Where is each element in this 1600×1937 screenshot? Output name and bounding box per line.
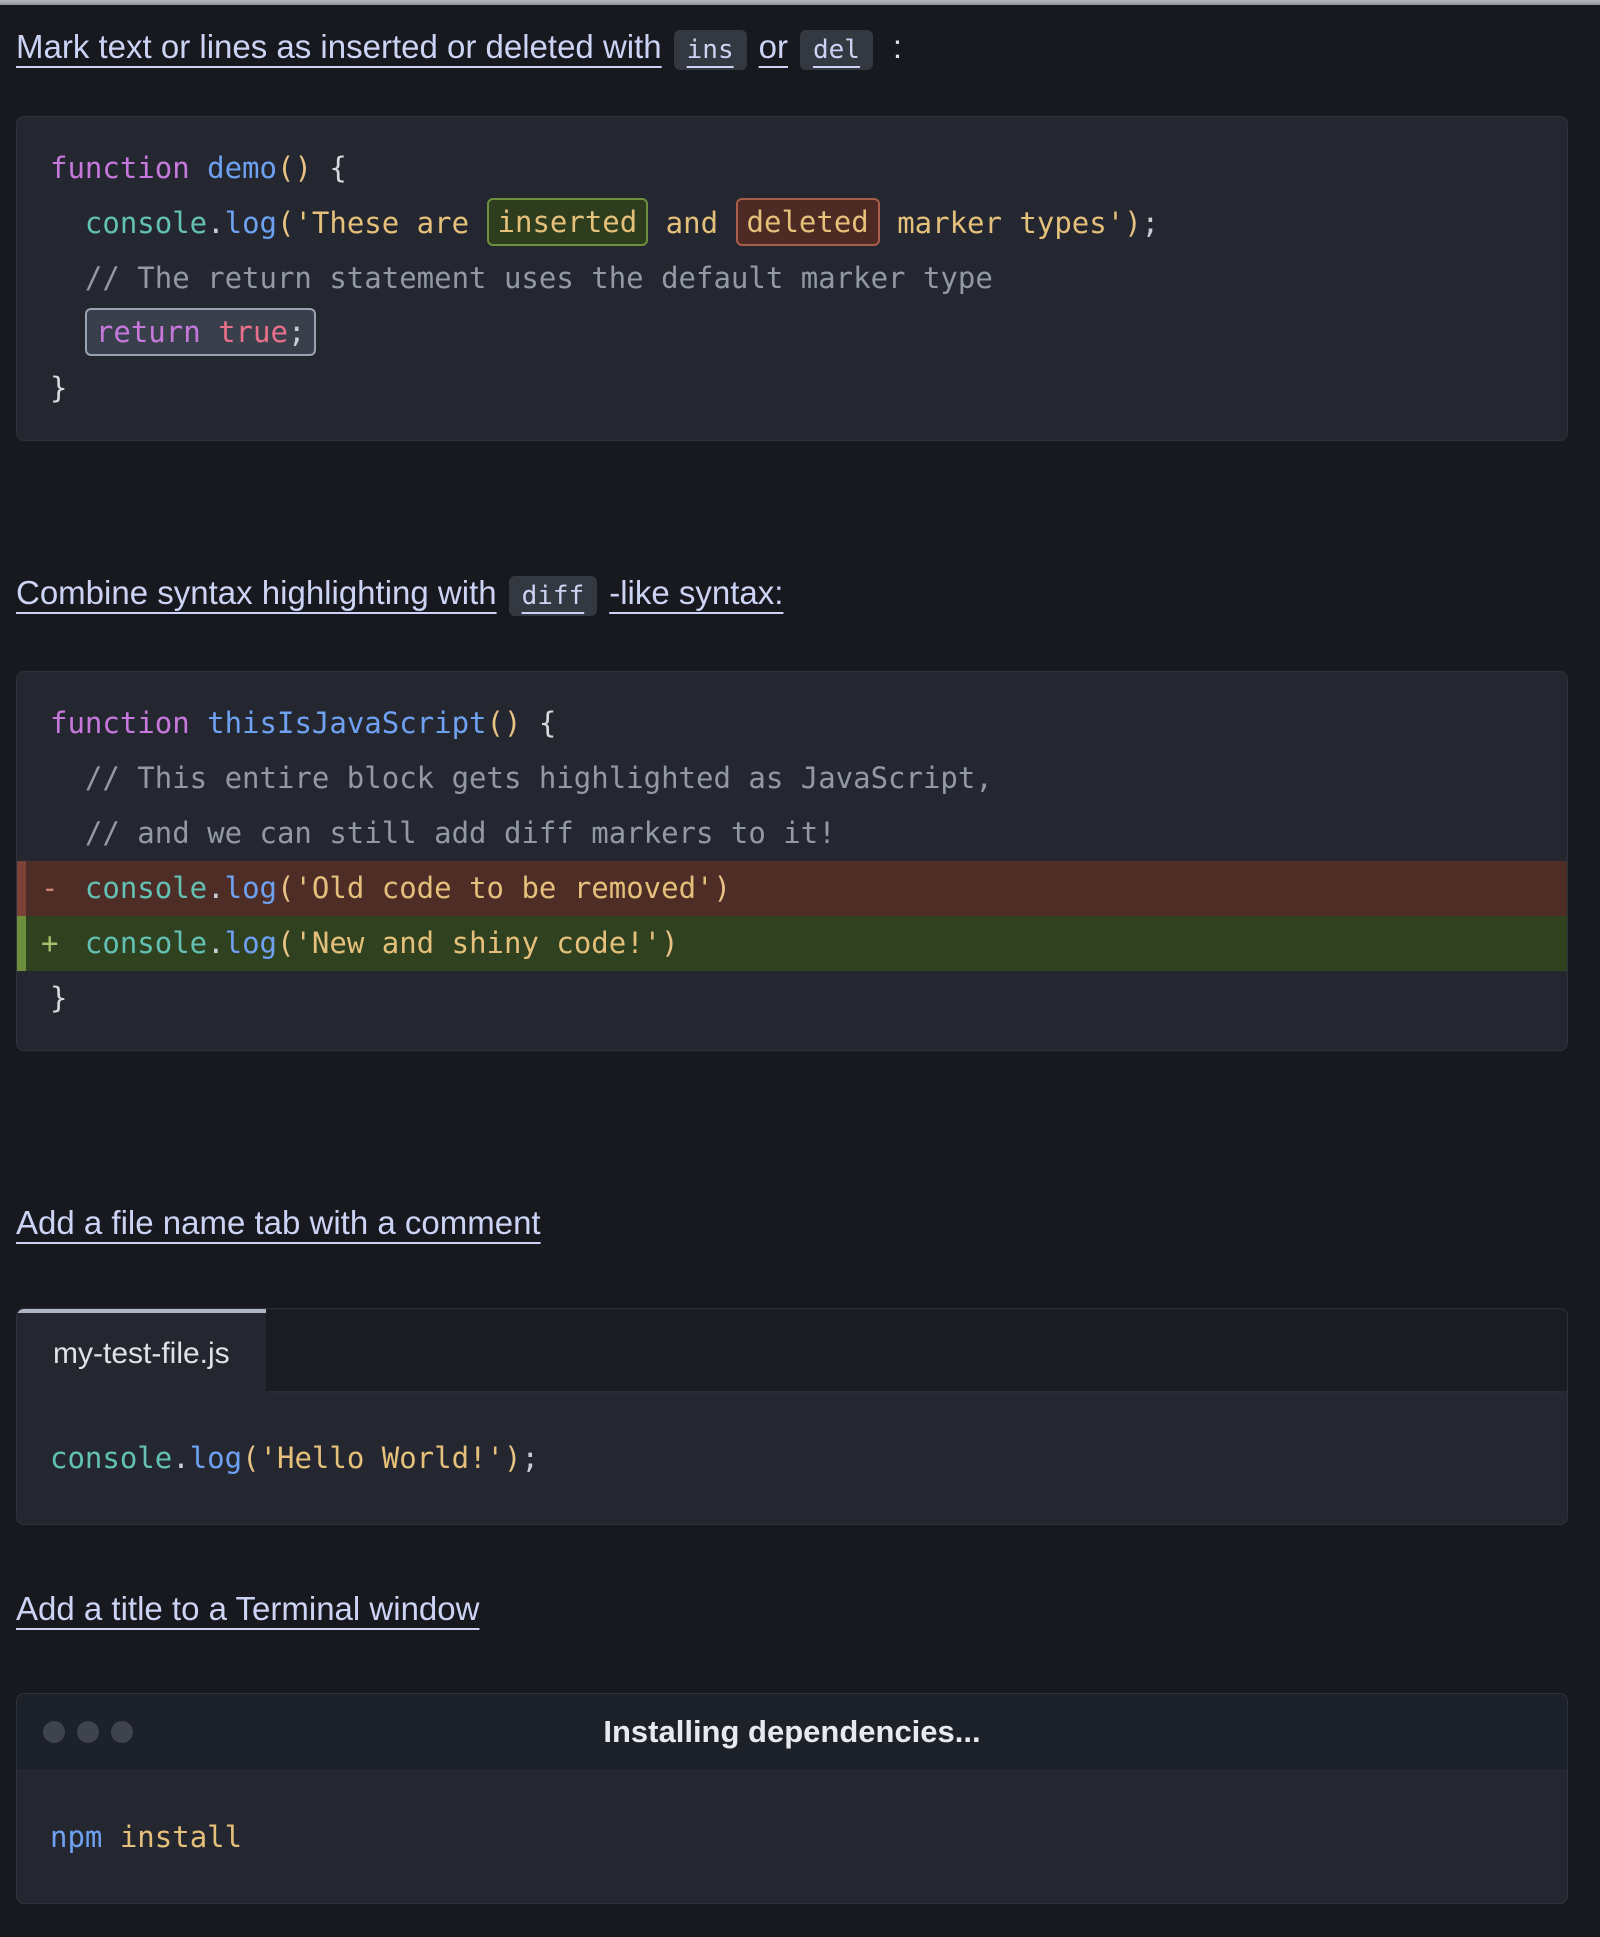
code-token: // The return statement uses the default…	[50, 261, 993, 295]
code-line: // and we can still add diff markers to …	[17, 806, 1567, 861]
terminal-title: Installing dependencies...	[603, 1714, 980, 1750]
code-token: function	[50, 706, 207, 740]
link-diff-syntax[interactable]: Combine syntax highlighting withdiff-lik…	[16, 574, 783, 611]
code-line: // The return statement uses the default…	[17, 251, 1567, 306]
code-line: return true;	[17, 306, 1567, 361]
code-token: ;	[288, 315, 305, 349]
code-block-file-tab: my-test-file.js console.log('Hello World…	[16, 1308, 1568, 1525]
code-line: - console.log('Old code to be removed')	[17, 861, 1567, 916]
code-token: {	[521, 706, 556, 740]
code-token: .	[207, 871, 224, 905]
tab-bar: my-test-file.js	[17, 1309, 1567, 1393]
diff-plus-marker: +	[41, 916, 58, 971]
code-token: )	[504, 1441, 521, 1475]
code-token: 'These are	[294, 206, 486, 240]
code-token	[50, 316, 85, 350]
inline-code-ins: ins	[674, 30, 747, 70]
code-token: log	[225, 926, 277, 960]
terminal-header: Installing dependencies...	[17, 1694, 1567, 1772]
code-token: .	[207, 926, 224, 960]
code-token: (	[277, 926, 294, 960]
code-token: )	[661, 926, 678, 960]
code-token: deleted	[747, 205, 869, 239]
code-token: // and we can still add diff markers to …	[50, 816, 836, 850]
code-line: npm install	[17, 1810, 1567, 1865]
code-line: function demo() {	[17, 141, 1567, 196]
code-token: console	[50, 926, 207, 960]
code-token: (	[277, 206, 294, 240]
code-token: return	[96, 315, 218, 349]
code-token: ;	[1142, 206, 1159, 240]
code-token: // This entire block gets highlighted as…	[50, 761, 993, 795]
section-lead-terminal: Add a title to a Terminal window	[16, 1587, 1584, 1632]
lead-colon: :	[893, 28, 902, 65]
code-line: function thisIsJavaScript() {	[17, 696, 1567, 751]
inline-code-del: del	[800, 30, 873, 70]
code-line: console.log('These are inserted and dele…	[17, 196, 1567, 251]
code-marker-box: return true;	[85, 308, 317, 356]
link-ins-del[interactable]: Mark text or lines as inserted or delete…	[16, 28, 885, 65]
section-lead-ins-del: Mark text or lines as inserted or delete…	[16, 25, 1584, 70]
code-token: demo	[207, 151, 277, 185]
code-token: }	[50, 981, 67, 1015]
code-token: npm	[50, 1820, 102, 1854]
code-token: log	[225, 871, 277, 905]
code-token: function	[50, 151, 207, 185]
code-token: thisIsJavaScript	[207, 706, 486, 740]
file-tab[interactable]: my-test-file.js	[17, 1309, 266, 1395]
code-token: 'Hello World!'	[260, 1441, 504, 1475]
code-token: log	[225, 206, 277, 240]
link-text-mid: or	[759, 28, 788, 65]
code-token: {	[312, 151, 347, 185]
code-line: console.log('Hello World!');	[17, 1431, 1567, 1486]
code-content: npm install	[17, 1772, 1567, 1903]
code-line: // This entire block gets highlighted as…	[17, 751, 1567, 806]
top-edge-strip	[0, 0, 1600, 5]
code-content: console.log('Hello World!');	[17, 1393, 1567, 1524]
inline-code-diff: diff	[509, 576, 598, 616]
window-dots-icon	[43, 1721, 133, 1743]
link-file-name-tab[interactable]: Add a file name tab with a comment	[16, 1204, 541, 1241]
code-token: and	[648, 206, 735, 240]
code-line: }	[17, 361, 1567, 416]
code-token: log	[190, 1441, 242, 1475]
code-token: 'Old code to be removed'	[294, 871, 713, 905]
code-token: .	[172, 1441, 189, 1475]
code-token: true	[218, 315, 288, 349]
link-text: Combine syntax highlighting with	[16, 574, 497, 611]
code-token: }	[50, 371, 67, 405]
code-line: }	[17, 971, 1567, 1026]
code-block-ins-del-demo: function demo() { console.log('These are…	[16, 116, 1568, 441]
code-token: inserted	[498, 205, 638, 239]
code-line: + console.log('New and shiny code!')	[17, 916, 1567, 971]
code-marker-box: inserted	[487, 198, 649, 246]
section-lead-diff: Combine syntax highlighting with diff -lik…	[16, 571, 1584, 616]
code-token: (	[277, 871, 294, 905]
diff-minus-marker: -	[41, 861, 58, 916]
code-token: )	[1124, 206, 1141, 240]
code-content: function demo() { console.log('These are…	[17, 117, 1567, 440]
code-token: ()	[277, 151, 312, 185]
code-token: install	[102, 1820, 242, 1854]
code-token: console	[50, 206, 207, 240]
link-text: Mark text or lines as inserted or delete…	[16, 28, 662, 65]
code-token: ()	[487, 706, 522, 740]
section-lead-file-tab: Add a file name tab with a comment	[16, 1201, 1584, 1246]
link-terminal-title[interactable]: Add a title to a Terminal window	[16, 1590, 479, 1627]
code-token: 'New and shiny code!'	[294, 926, 661, 960]
code-token: (	[242, 1441, 259, 1475]
code-marker-box: deleted	[736, 198, 880, 246]
code-token: ;	[521, 1441, 538, 1475]
code-token: )	[714, 871, 731, 905]
code-block-diff-markers: function thisIsJavaScript() { // This en…	[16, 671, 1568, 1051]
code-token: marker types'	[880, 206, 1124, 240]
code-token: console	[50, 1441, 172, 1475]
link-text-tail: -like syntax:	[609, 574, 783, 611]
code-content: function thisIsJavaScript() { // This en…	[17, 672, 1567, 1050]
terminal-window: Installing dependencies... npm install	[16, 1693, 1568, 1904]
code-token: console	[50, 871, 207, 905]
code-token: .	[207, 206, 224, 240]
